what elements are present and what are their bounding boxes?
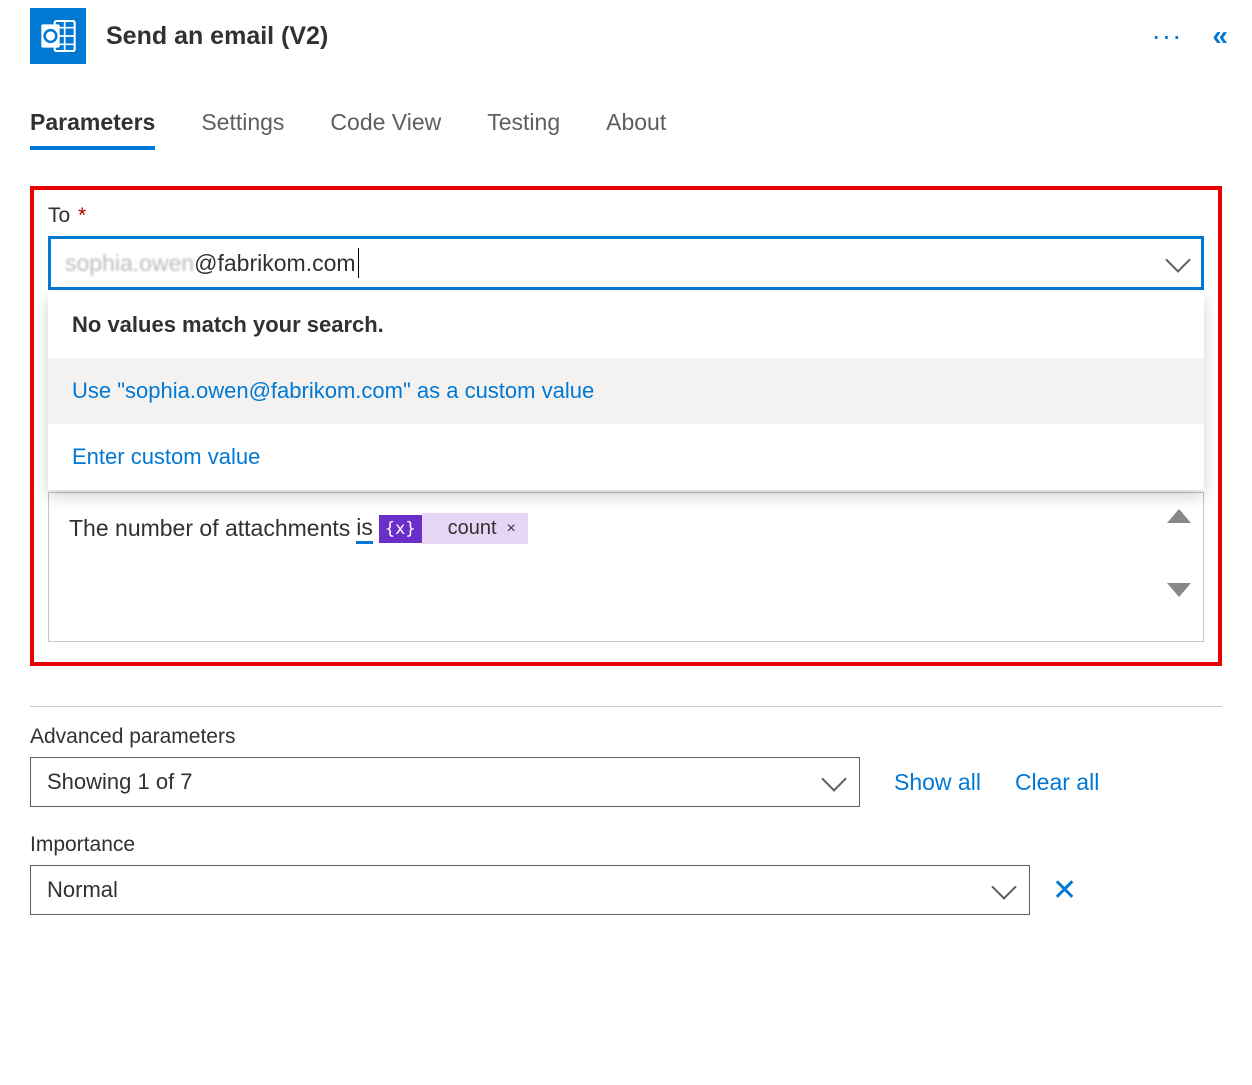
to-label: To * bbox=[48, 204, 1204, 228]
more-menu-button[interactable]: ··· bbox=[1151, 22, 1182, 50]
text-caret bbox=[358, 248, 359, 278]
to-value-suffix: @fabrikom.com bbox=[194, 250, 355, 277]
to-input[interactable]: sophia.owen@fabrikom.com bbox=[48, 236, 1204, 290]
chevron-down-icon[interactable] bbox=[1165, 247, 1190, 272]
chevron-down-icon bbox=[991, 874, 1016, 899]
tab-code-view[interactable]: Code View bbox=[330, 109, 441, 150]
dropdown-enter-custom[interactable]: Enter custom value bbox=[48, 424, 1204, 490]
panel-title: Send an email (V2) bbox=[106, 22, 1131, 51]
expression-token[interactable]: {x} count × bbox=[379, 513, 528, 544]
triangle-down-icon[interactable] bbox=[1167, 583, 1191, 597]
importance-value: Normal bbox=[47, 877, 118, 903]
body-text-underlined: is bbox=[356, 514, 373, 544]
show-all-link[interactable]: Show all bbox=[894, 769, 981, 796]
token-remove-icon[interactable]: × bbox=[507, 520, 516, 538]
advanced-heading: Advanced parameters bbox=[30, 725, 1222, 749]
parameters-highlight: To * sophia.owen@fabrikom.com No values … bbox=[30, 186, 1222, 666]
tab-parameters[interactable]: Parameters bbox=[30, 109, 155, 150]
body-content: The number of attachments is {x} count × bbox=[69, 513, 1183, 544]
body-scroll-buttons bbox=[1167, 509, 1191, 597]
required-asterisk: * bbox=[72, 204, 86, 227]
panel-header: Send an email (V2) ··· « bbox=[30, 8, 1222, 64]
dropdown-no-match: No values match your search. bbox=[48, 292, 1204, 358]
to-input-value: sophia.owen@fabrikom.com bbox=[65, 248, 1169, 278]
tab-testing[interactable]: Testing bbox=[487, 109, 560, 150]
advanced-select-value: Showing 1 of 7 bbox=[47, 769, 193, 795]
body-editor[interactable]: The number of attachments is {x} count × bbox=[48, 492, 1204, 642]
outlook-icon bbox=[30, 8, 86, 64]
divider bbox=[30, 706, 1222, 707]
tab-settings[interactable]: Settings bbox=[201, 109, 284, 150]
fx-icon: {x} bbox=[379, 515, 422, 543]
collapse-button[interactable]: « bbox=[1212, 20, 1222, 52]
tab-bar: Parameters Settings Code View Testing Ab… bbox=[30, 109, 1222, 150]
to-value-redacted: sophia.owen bbox=[65, 250, 194, 277]
to-dropdown: No values match your search. Use "sophia… bbox=[48, 292, 1204, 490]
triangle-up-icon[interactable] bbox=[1167, 509, 1191, 523]
to-label-text: To bbox=[48, 204, 70, 227]
chevron-down-icon bbox=[821, 766, 846, 791]
clear-all-link[interactable]: Clear all bbox=[1015, 769, 1099, 796]
token-label: count bbox=[448, 517, 497, 540]
advanced-select[interactable]: Showing 1 of 7 bbox=[30, 757, 860, 807]
tab-about[interactable]: About bbox=[606, 109, 666, 150]
importance-label: Importance bbox=[30, 833, 1222, 857]
remove-parameter-button[interactable]: ✕ bbox=[1052, 873, 1077, 908]
importance-select[interactable]: Normal bbox=[30, 865, 1030, 915]
dropdown-use-custom[interactable]: Use "sophia.owen@fabrikom.com" as a cust… bbox=[48, 358, 1204, 424]
body-text-prefix: The number of attachments bbox=[69, 515, 350, 542]
